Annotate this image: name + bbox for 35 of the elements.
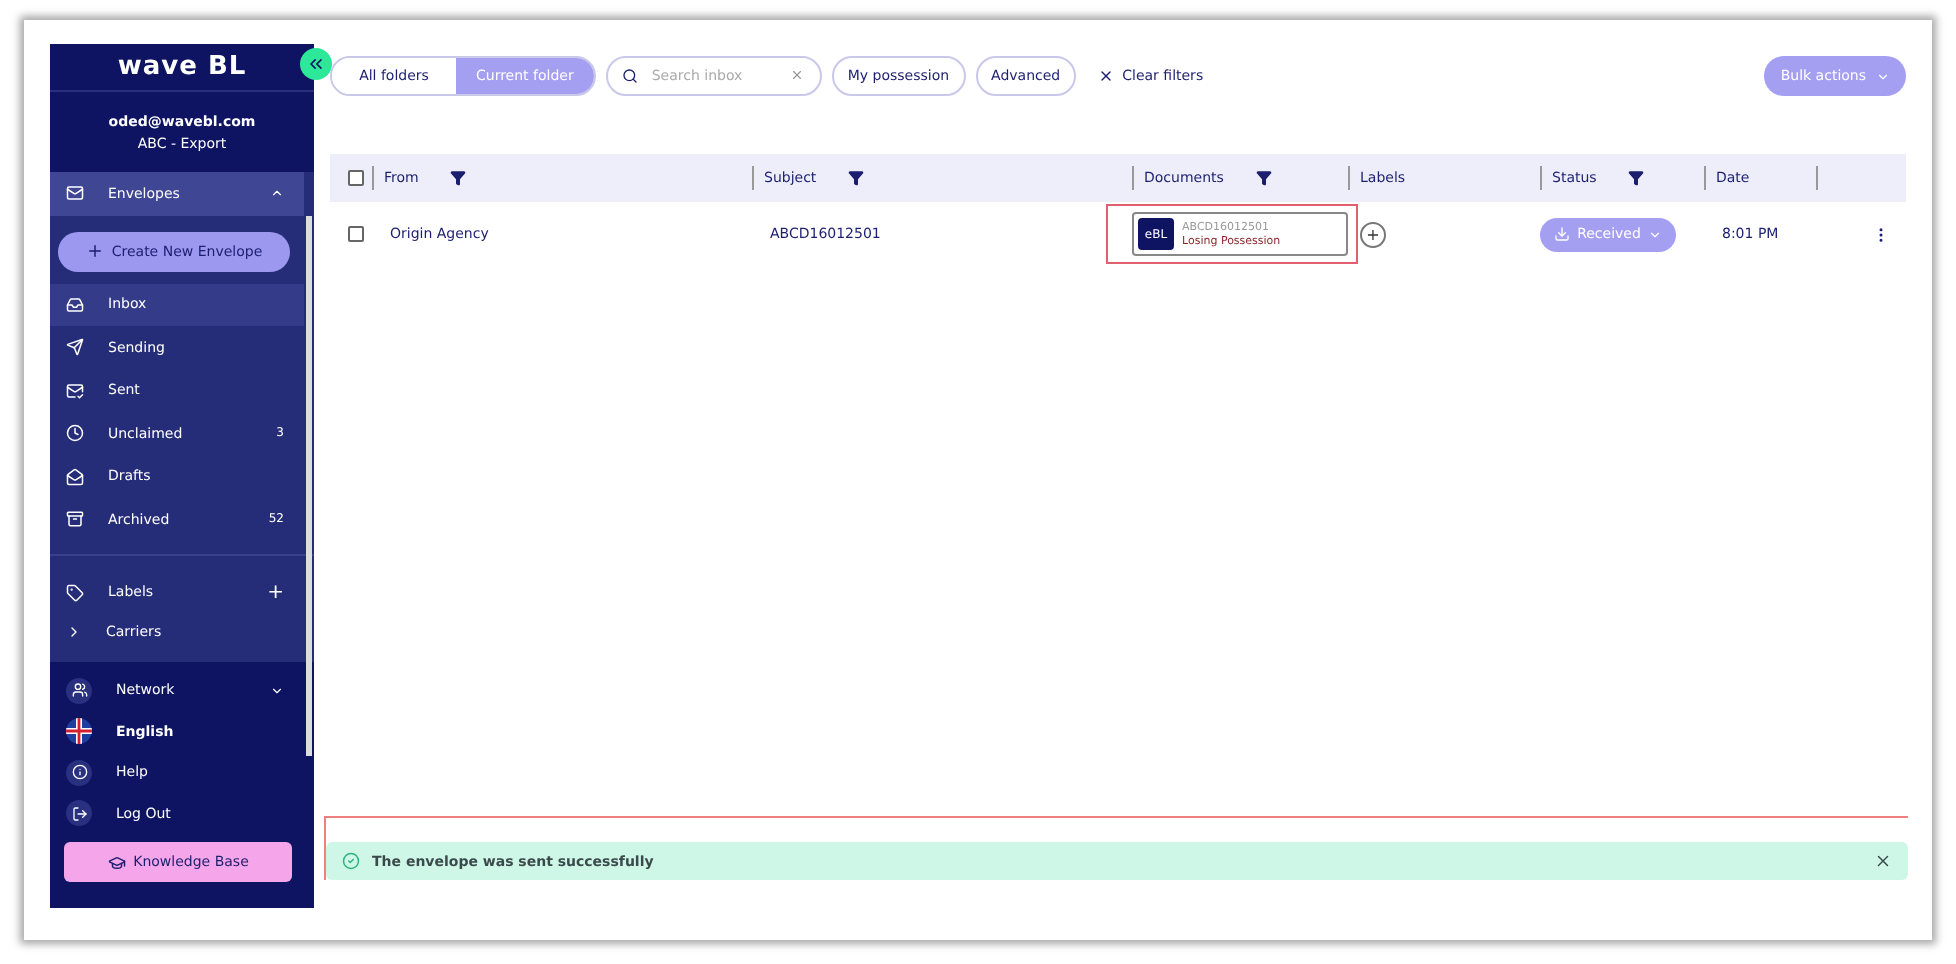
people-icon bbox=[71, 682, 87, 699]
checkbox[interactable] bbox=[348, 226, 364, 242]
graduation-cap-icon bbox=[107, 853, 126, 871]
caret-icon bbox=[1876, 69, 1890, 83]
caret-icon bbox=[66, 624, 82, 640]
tag-icon bbox=[66, 583, 84, 602]
mail-check-icon bbox=[66, 381, 84, 400]
filter-icon[interactable] bbox=[848, 170, 865, 186]
filter-icon[interactable] bbox=[1628, 170, 1645, 186]
info-icon bbox=[71, 764, 87, 781]
send-icon bbox=[66, 338, 84, 357]
caret-icon bbox=[1648, 227, 1663, 241]
search-icon bbox=[621, 68, 638, 84]
close-icon[interactable] bbox=[1874, 852, 1892, 870]
inbox-icon bbox=[66, 295, 84, 314]
scrollbar[interactable] bbox=[306, 216, 312, 756]
check-icon bbox=[342, 852, 360, 870]
double-chevron-icon bbox=[306, 54, 326, 74]
close-icon bbox=[1098, 68, 1115, 84]
clock-icon bbox=[66, 424, 84, 443]
filter-icon[interactable] bbox=[450, 170, 467, 186]
open-envelope-icon bbox=[66, 467, 84, 486]
caret-icon bbox=[270, 683, 284, 698]
download-icon bbox=[1553, 226, 1570, 242]
add-label-button[interactable]: + bbox=[1360, 221, 1386, 247]
clear-icon[interactable] bbox=[789, 68, 804, 82]
checkbox[interactable] bbox=[348, 170, 364, 186]
mail-icon bbox=[66, 184, 84, 203]
logout-icon bbox=[71, 805, 87, 822]
plus-icon bbox=[85, 242, 104, 260]
filter-icon[interactable] bbox=[1255, 170, 1272, 186]
collapse-button[interactable] bbox=[300, 48, 332, 80]
archive-box-icon bbox=[66, 510, 84, 529]
flag-icon bbox=[66, 718, 92, 745]
caret-icon bbox=[270, 186, 284, 201]
